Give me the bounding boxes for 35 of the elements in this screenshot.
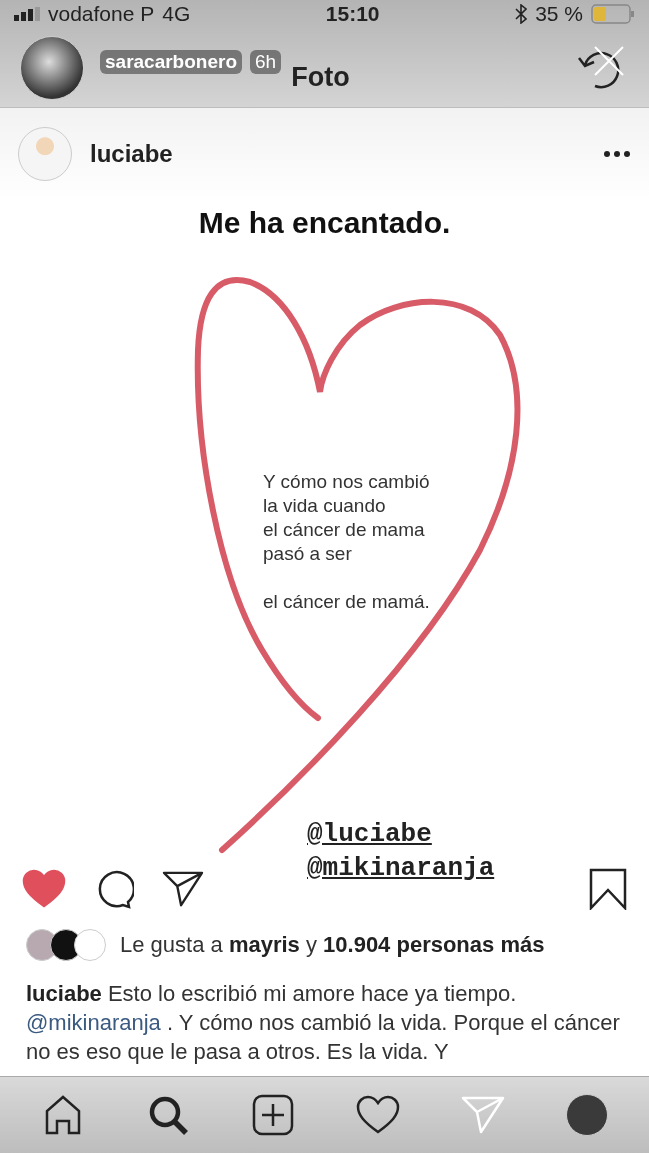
poem-line: Y cómo nos cambió — [263, 469, 431, 494]
mention-link[interactable]: @mikinaranja — [26, 1009, 161, 1035]
screen-title: Foto — [291, 62, 350, 94]
like-button[interactable] — [22, 868, 66, 909]
send-icon — [461, 1095, 506, 1135]
avatar-icon — [566, 1094, 609, 1136]
battery-percent: 35 % — [535, 2, 583, 26]
signal-icon — [14, 7, 40, 21]
bookmark-icon — [589, 867, 627, 910]
more-button[interactable] — [603, 149, 631, 158]
story-age: 6h — [250, 49, 282, 74]
poem-line: la vida cuando — [263, 493, 387, 518]
network-type: 4G — [162, 2, 191, 26]
poem-line: el cáncer de mamá. — [263, 589, 431, 614]
battery-icon — [591, 4, 635, 24]
more-icon — [603, 149, 631, 158]
clock-time: 15:10 — [325, 2, 380, 26]
send-icon — [162, 869, 204, 908]
poem-line: pasó a ser — [263, 541, 353, 566]
post-caption: luciabe Esto lo escribió mi amore hace ya tiempo. @mikinaranja . Y cómo nos cambió la vida. Porque el cáncer no es eso que le pasa a otros. Es la vida. Y — [25, 979, 621, 1066]
heart-icon — [22, 868, 66, 909]
story-username: saracarbonero — [100, 49, 242, 74]
save-button[interactable] — [589, 867, 627, 910]
add-icon — [250, 1093, 295, 1137]
likes-summary[interactable]: Le gusta a mayris y 10.904 personas más — [120, 932, 545, 959]
carrier-name: vodafone P — [48, 2, 155, 26]
poem-line: el cáncer de mama — [263, 517, 426, 542]
heart-icon — [356, 1095, 401, 1135]
avatar-icon — [18, 126, 72, 181]
mention-tag: @mikinaranja — [307, 852, 495, 883]
post-username[interactable]: luciabe — [90, 139, 173, 168]
mention-tag: @luciabe — [307, 818, 432, 849]
share-button[interactable] — [162, 869, 204, 908]
avatar-icon — [74, 929, 106, 962]
bluetooth-icon — [515, 4, 528, 24]
